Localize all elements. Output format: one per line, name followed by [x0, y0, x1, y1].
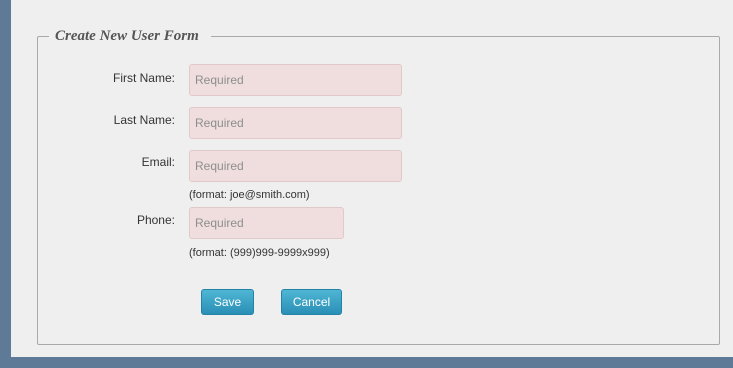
phone-label: Phone:	[136, 213, 175, 227]
phone-input[interactable]	[189, 207, 344, 239]
last-name-input[interactable]	[189, 107, 402, 139]
first-name-label: First Name:	[112, 71, 175, 85]
email-input[interactable]	[189, 150, 402, 182]
email-label: Email:	[141, 155, 175, 169]
first-name-input[interactable]	[189, 64, 402, 96]
cancel-button[interactable]: Cancel	[281, 289, 342, 315]
phone-format-hint: (format: (999)999-9999x999)	[189, 247, 330, 259]
form-panel: Create New User Form First Name: Last Na…	[11, 0, 733, 357]
form-legend: Create New User Form	[49, 27, 211, 45]
save-button[interactable]: Save	[201, 289, 254, 315]
last-name-label: Last Name:	[113, 113, 175, 127]
email-format-hint: (format: joe@smith.com)	[189, 189, 310, 201]
